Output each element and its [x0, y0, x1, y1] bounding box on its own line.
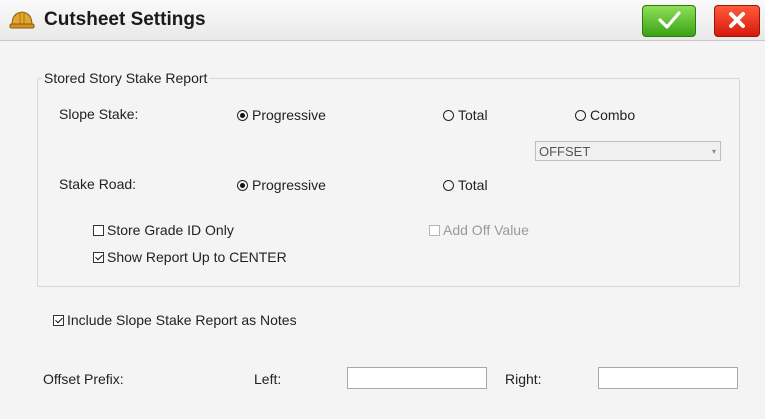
radio-selected-icon	[237, 109, 248, 121]
checkbox-label: Add Off Value	[443, 222, 529, 238]
store-grade-id-only-checkbox[interactable]: Store Grade ID Only	[93, 222, 234, 238]
slope-stake-label: Slope Stake:	[59, 106, 139, 122]
stake-road-label: Stake Road:	[59, 176, 137, 192]
checkbox-label: Store Grade ID Only	[107, 222, 234, 238]
ok-button[interactable]	[642, 5, 696, 37]
left-prefix-input[interactable]	[347, 367, 487, 389]
left-label: Left:	[254, 371, 282, 387]
show-report-up-to-center-checkbox[interactable]: Show Report Up to CENTER	[93, 249, 287, 265]
checkbox-checked-icon	[53, 314, 64, 326]
select-value: OFFSET	[539, 144, 591, 159]
checkbox-label: Show Report Up to CENTER	[107, 249, 287, 265]
add-off-value-checkbox: Add Off Value	[429, 222, 529, 238]
checkmark-icon	[654, 9, 684, 34]
radio-unselected-icon	[443, 109, 454, 121]
window-title: Cutsheet Settings	[44, 9, 206, 30]
close-x-icon	[726, 9, 748, 34]
checkbox-label: Include Slope Stake Report as Notes	[67, 312, 297, 328]
combo-offset-select[interactable]: OFFSET ▾	[535, 141, 721, 161]
right-label: Right:	[505, 371, 542, 387]
stake-road-total-radio[interactable]: Total	[443, 177, 488, 193]
chevron-down-icon: ▾	[711, 147, 716, 156]
stake-road-progressive-radio[interactable]: Progressive	[237, 177, 326, 193]
group-legend: Stored Story Stake Report	[42, 70, 210, 86]
checkbox-unchecked-icon	[429, 224, 440, 236]
title-bar: Cutsheet Settings	[0, 0, 765, 41]
include-slope-stake-notes-checkbox[interactable]: Include Slope Stake Report as Notes	[53, 312, 297, 328]
checkbox-checked-icon	[93, 251, 104, 263]
right-prefix-input[interactable]	[598, 367, 738, 389]
radio-label: Total	[458, 107, 488, 123]
radio-selected-icon	[237, 179, 248, 191]
checkbox-unchecked-icon	[93, 224, 104, 236]
radio-label: Progressive	[252, 177, 326, 193]
radio-unselected-icon	[575, 109, 586, 121]
radio-label: Total	[458, 177, 488, 193]
hard-hat-icon	[9, 7, 35, 33]
radio-label: Progressive	[252, 107, 326, 123]
radio-unselected-icon	[443, 179, 454, 191]
offset-prefix-label: Offset Prefix:	[43, 371, 124, 387]
slope-stake-total-radio[interactable]: Total	[443, 107, 488, 123]
cancel-button[interactable]	[714, 5, 760, 37]
slope-stake-combo-radio[interactable]: Combo	[575, 107, 635, 123]
radio-label: Combo	[590, 107, 636, 123]
slope-stake-progressive-radio[interactable]: Progressive	[237, 107, 326, 123]
